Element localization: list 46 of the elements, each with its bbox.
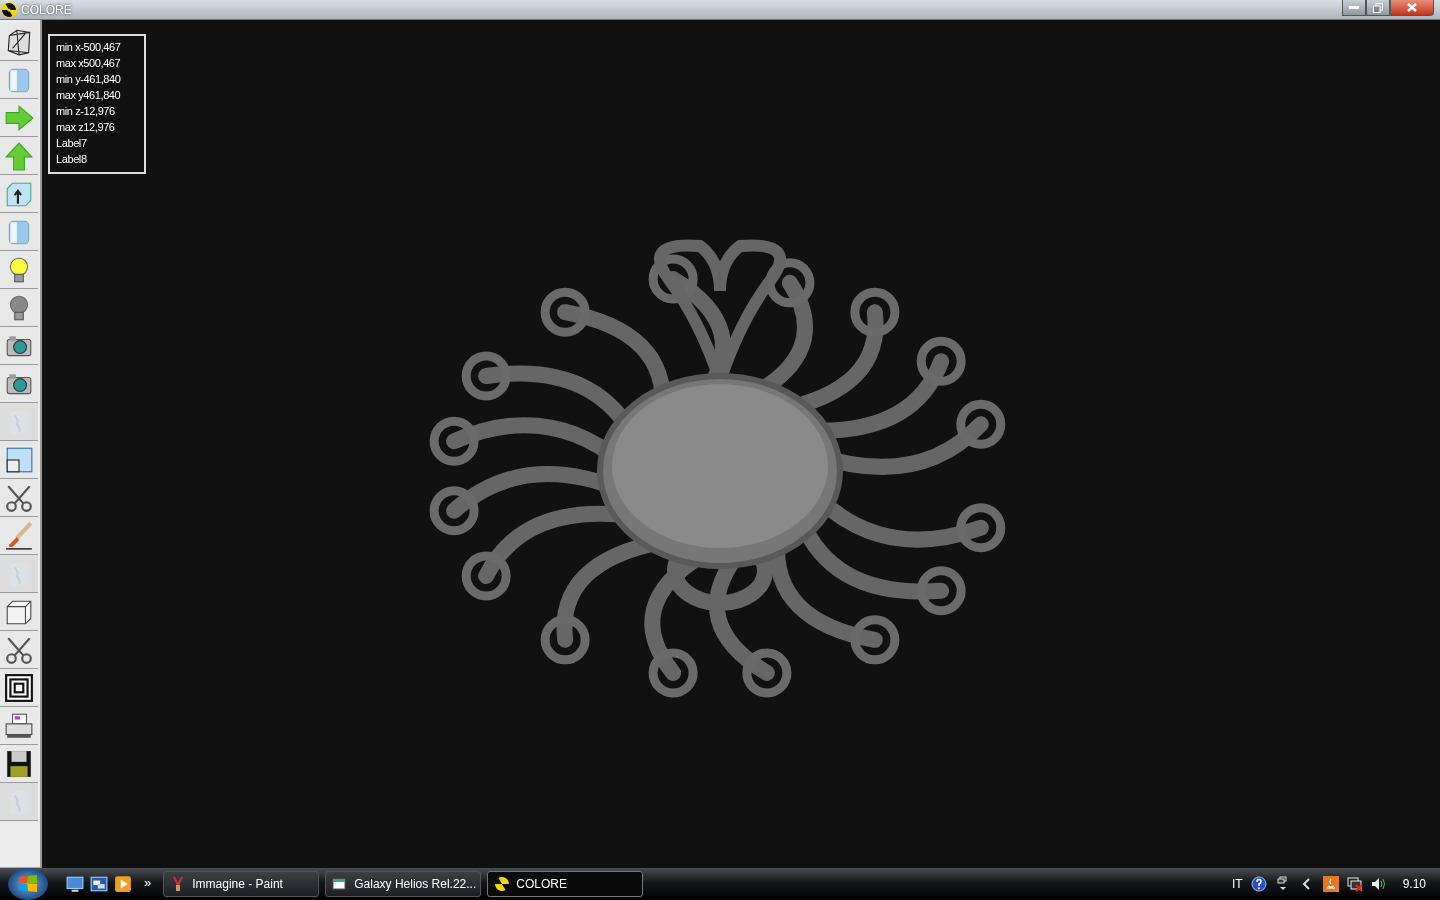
arrow-up-icon [4, 140, 34, 171]
window-icon [332, 876, 349, 892]
toolbar-button[interactable] [0, 327, 38, 365]
restore-icon [1373, 2, 1383, 13]
info-label: min z-12,976 [56, 104, 116, 119]
info-label: max z12,976 [56, 120, 116, 135]
close-button[interactable] [1390, 0, 1434, 16]
info-label: max y461,840 [56, 88, 122, 103]
toolbar-button[interactable] [0, 669, 38, 707]
taskbar-button[interactable]: COLORE [487, 871, 644, 897]
toolbar-button[interactable] [0, 631, 38, 669]
help-icon[interactable] [1250, 876, 1267, 892]
speaker-icon[interactable] [1370, 876, 1387, 892]
toolbar-button[interactable] [0, 365, 38, 403]
more-button[interactable]: » [144, 875, 152, 890]
radiation-icon [494, 876, 511, 892]
toolbar-button[interactable] [0, 593, 38, 631]
minimize-button[interactable] [1342, 0, 1366, 16]
desktop-icon[interactable] [66, 875, 84, 893]
info-label: max x500,467 [56, 56, 122, 71]
window-title: COLORE [21, 2, 72, 17]
clock[interactable]: 9.10 [1402, 877, 1426, 891]
minimize-icon [1349, 5, 1359, 10]
taskbar-button[interactable]: Immagine - Paint [163, 871, 320, 897]
windows-logo-icon [17, 873, 39, 895]
toolbar-button[interactable] [0, 745, 38, 783]
taskbar-button[interactable]: Galaxy Helios Rel.22... [325, 871, 482, 897]
info-label: min x-500,467 [56, 40, 122, 55]
info-label: min y-461,840 [56, 72, 122, 87]
toolbar-button[interactable] [0, 707, 38, 745]
concentric-squares-icon [4, 672, 34, 703]
media-player-icon[interactable] [114, 875, 132, 893]
radiation-icon [1, 1, 17, 18]
start-button[interactable] [8, 868, 48, 900]
network-disconnected-icon[interactable] [1346, 876, 1363, 892]
restore-button[interactable] [1366, 0, 1390, 16]
arrow-right-icon [4, 102, 34, 133]
toolbar-button[interactable] [0, 23, 38, 61]
info-label: Label8 [56, 152, 88, 167]
toolbar-button[interactable] [0, 175, 38, 213]
info-label: Label7 [56, 136, 88, 151]
close-icon [1407, 3, 1417, 12]
switch-windows-icon[interactable] [90, 875, 108, 893]
toolbar-button[interactable] [0, 479, 38, 517]
brush-icon [4, 520, 34, 551]
language-indicator[interactable]: IT [1231, 877, 1243, 891]
